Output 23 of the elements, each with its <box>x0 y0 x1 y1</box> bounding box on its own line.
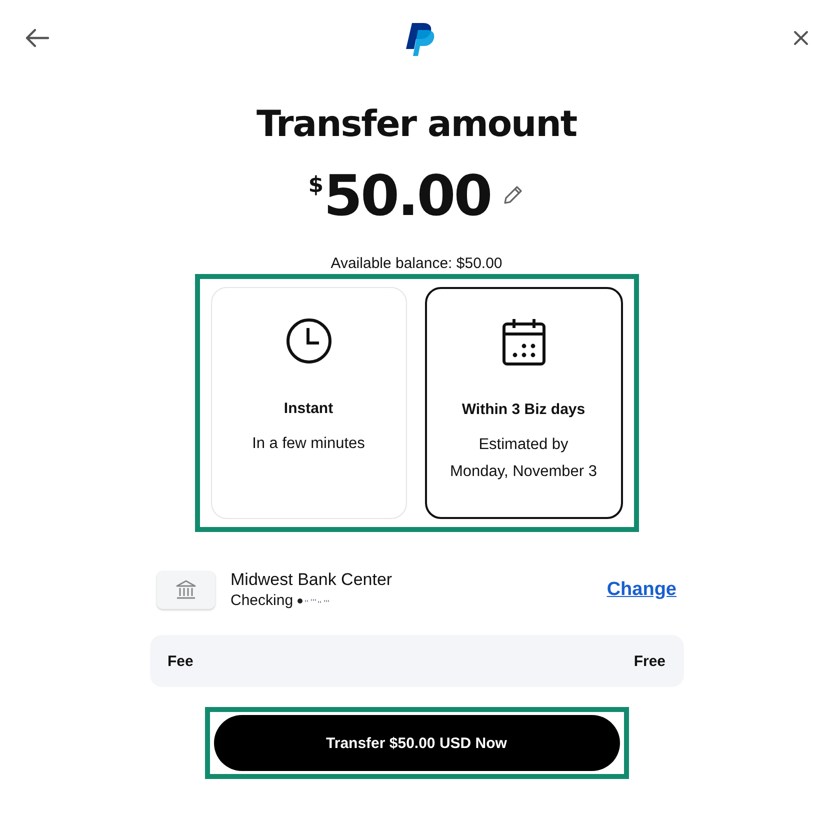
fee-value: Free <box>634 652 666 670</box>
available-balance: Available balance: $50.00 <box>330 255 502 272</box>
close-icon[interactable] <box>793 30 809 46</box>
calendar-icon <box>500 317 546 367</box>
bank-name: Midwest Bank Center <box>230 570 394 590</box>
speed-option-card[interactable]: Instant In a few minutes <box>210 287 406 519</box>
currency-symbol: $ <box>308 173 324 198</box>
option-detail: Monday, November 3 <box>450 463 598 481</box>
transfer-button[interactable]: Transfer $50.00 USD Now <box>214 715 620 771</box>
speed-option-card[interactable]: Within 3 Biz days Estimated by Monday, November 3 <box>424 287 622 519</box>
clock-icon <box>284 316 334 366</box>
option-detail: Estimated by <box>478 436 568 454</box>
masked-number-icon <box>297 596 332 604</box>
option-title: Instant <box>284 400 334 417</box>
bank-icon <box>174 578 196 600</box>
amount-value: 50.00 <box>324 169 491 225</box>
page-title: Transfer amount <box>256 104 577 145</box>
option-detail: In a few minutes <box>252 435 365 453</box>
fee-label: Fee <box>168 652 194 670</box>
option-title: Within 3 Biz days <box>462 401 586 418</box>
account-type: Checking <box>230 592 294 609</box>
back-arrow-icon[interactable] <box>24 28 50 48</box>
change-link[interactable]: Change <box>606 578 676 600</box>
